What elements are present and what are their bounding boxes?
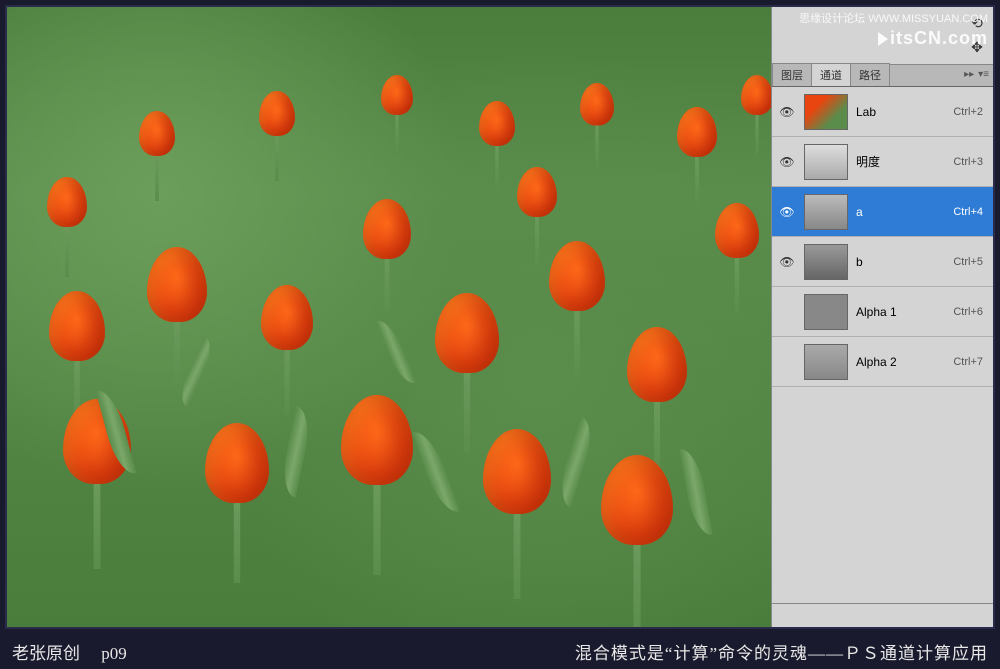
panel-menu[interactable]: ▸▸ ▾≡ (964, 69, 989, 80)
channel-thumbnail[interactable] (804, 194, 848, 230)
channel-row[interactable]: 👁 明度Ctrl+3 (772, 137, 993, 187)
channel-thumbnail[interactable] (804, 344, 848, 380)
channel-thumbnail[interactable] (804, 244, 848, 280)
channel-thumbnail[interactable] (804, 94, 848, 130)
panel-tabs: 图层 通道 路径 ▸▸ ▾≡ (772, 65, 993, 87)
visibility-toggle[interactable]: 👁 (778, 155, 796, 169)
page-number: p09 (101, 644, 127, 663)
channel-name: Alpha 2 (856, 355, 953, 369)
panel-footer (772, 603, 993, 627)
channel-shortcut: Ctrl+6 (953, 306, 987, 318)
watermark: 思缘设计论坛 WWW.MISSYUAN.COM itsCN.com (799, 10, 988, 49)
channel-row[interactable]: Alpha 2Ctrl+7 (772, 337, 993, 387)
channel-thumbnail[interactable] (804, 144, 848, 180)
visibility-toggle[interactable]: 👁 (778, 205, 796, 219)
panels-column: ⟲ ✥ 图层 通道 路径 ▸▸ ▾≡ 👁LabCtrl+2👁明度Ctrl+3👁a… (771, 7, 993, 627)
channel-shortcut: Ctrl+4 (953, 206, 987, 218)
caption-bar: 老张原创 p09 混合模式是“计算”命令的灵魂——ＰＳ通道计算应用 (0, 633, 1000, 669)
channel-row[interactable]: 👁 aCtrl+4 (772, 187, 993, 237)
image-content (7, 7, 771, 627)
channel-name: Alpha 1 (856, 305, 953, 319)
channel-name: a (856, 205, 953, 219)
channel-name: Lab (856, 105, 953, 119)
tab-channels[interactable]: 通道 (811, 63, 851, 86)
channel-shortcut: Ctrl+2 (953, 106, 987, 118)
panel-menu-icon[interactable]: ▾≡ (978, 69, 989, 80)
channel-list: 👁 LabCtrl+2 👁 明度Ctrl+3 👁 aCtrl+4 👁 bCtrl+5 Alpha… (772, 87, 993, 603)
visibility-toggle[interactable]: 👁 (778, 255, 796, 269)
channel-row[interactable]: 👁 bCtrl+5 (772, 237, 993, 287)
channel-thumbnail[interactable] (804, 294, 848, 330)
tab-layers[interactable]: 图层 (772, 63, 812, 86)
tab-paths[interactable]: 路径 (850, 63, 890, 86)
caption-left: 老张原创 p09 (12, 639, 127, 664)
panel-collapse-icon[interactable]: ▸▸ (964, 69, 974, 80)
channel-shortcut: Ctrl+7 (953, 356, 987, 368)
caption-right: 混合模式是“计算”命令的灵魂——ＰＳ通道计算应用 (575, 639, 988, 664)
channel-shortcut: Ctrl+5 (953, 256, 987, 268)
watermark-logo: itsCN.com (799, 28, 988, 49)
app-frame: ⟲ ✥ 图层 通道 路径 ▸▸ ▾≡ 👁LabCtrl+2👁明度Ctrl+3👁a… (5, 5, 995, 629)
author-label: 老张原创 (12, 644, 80, 663)
visibility-toggle[interactable]: 👁 (778, 105, 796, 119)
channel-shortcut: Ctrl+3 (953, 156, 987, 168)
watermark-text: 思缘设计论坛 WWW.MISSYUAN.COM (799, 10, 988, 26)
channel-row[interactable]: Alpha 1Ctrl+6 (772, 287, 993, 337)
channel-name: b (856, 255, 953, 269)
canvas[interactable] (7, 7, 771, 627)
channel-row[interactable]: 👁 LabCtrl+2 (772, 87, 993, 137)
channel-name: 明度 (856, 153, 953, 170)
